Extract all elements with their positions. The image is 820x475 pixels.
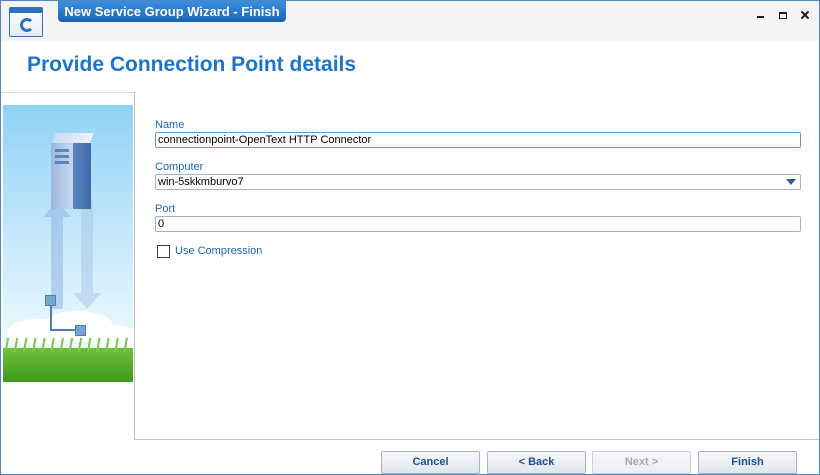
use-compression-label[interactable]: Use Compression	[175, 245, 262, 257]
port-input[interactable]: 0	[155, 216, 801, 232]
computer-select-value: win-5skkmburvo7	[158, 176, 244, 188]
wizard-window: New Service Group Wizard - Finish Provid…	[0, 0, 820, 475]
computer-select[interactable]: win-5skkmburvo7	[155, 174, 801, 190]
next-button[interactable]: Next >	[592, 451, 691, 474]
page-header: Provide Connection Point details	[1, 41, 819, 93]
dropdown-arrow-icon[interactable]	[786, 179, 796, 185]
app-icon	[9, 7, 43, 37]
name-label: Name	[155, 119, 185, 131]
page-title: Provide Connection Point details	[27, 53, 357, 76]
window-title: New Service Group Wizard - Finish	[58, 1, 286, 22]
close-icon[interactable]	[797, 7, 813, 21]
minimize-icon[interactable]	[753, 7, 769, 21]
cancel-button[interactable]: Cancel	[381, 451, 480, 474]
name-input[interactable]: connectionpoint-OpenText HTTP Connector	[155, 132, 801, 148]
use-compression-checkbox[interactable]	[157, 245, 170, 258]
wizard-side-illustration	[3, 105, 133, 382]
back-button[interactable]: < Back	[487, 451, 586, 474]
finish-button[interactable]: Finish	[698, 451, 797, 474]
computer-label: Computer	[155, 161, 204, 173]
form-panel: Name connectionpoint-OpenText HTTP Conne…	[134, 92, 819, 440]
maximize-icon[interactable]	[775, 7, 791, 21]
port-label: Port	[155, 203, 176, 215]
server-icon	[50, 133, 94, 211]
title-bar: New Service Group Wizard - Finish	[1, 1, 819, 41]
